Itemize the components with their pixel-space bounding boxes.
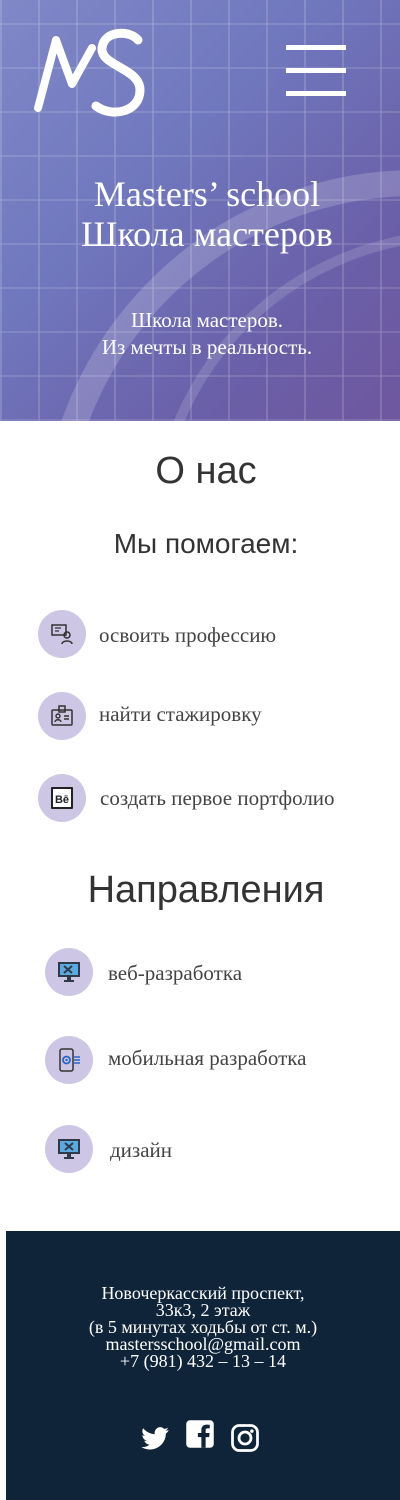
about-item-portfolio: создать первое портфолио [100, 786, 335, 810]
instagram-icon[interactable] [230, 1423, 260, 1453]
trainee-icon [38, 610, 86, 658]
menu-bar-icon [286, 91, 346, 96]
menu-bar-icon [286, 68, 346, 73]
hero-title: Masters’ school Школа мастеров [0, 174, 400, 254]
direction-mobile[interactable]: мобильная разработка [108, 1046, 306, 1071]
svg-text:Bē: Bē [55, 794, 69, 806]
about-item-profession: освоить профессию [99, 623, 277, 647]
badge-icon [38, 692, 86, 740]
twitter-icon[interactable] [140, 1423, 170, 1453]
direction-web[interactable]: веб-разработка [108, 961, 242, 986]
phone-link[interactable]: +7 (981) 432 – 13 – 14 [6, 1352, 400, 1370]
ms-logo[interactable] [34, 28, 146, 118]
hero-title-ru: Школа мастеров [81, 214, 333, 254]
hero-subtitle-line1: Школа мастеров. [130, 308, 284, 332]
footer: Новочеркасский проспект, 33к3, 2 этаж (в… [6, 1231, 400, 1500]
footer-contacts: Новочеркасский проспект, 33к3, 2 этаж (в… [6, 1284, 400, 1370]
facebook-icon[interactable] [185, 1419, 215, 1449]
hero-subtitle: Школа мастеров. Из мечты в реальность. [0, 307, 400, 361]
hero-subtitle-line2: Из мечты в реальность. [101, 335, 313, 359]
monitor-tools-icon[interactable] [45, 948, 93, 996]
direction-design[interactable]: дизайн [110, 1138, 172, 1163]
hamburger-menu-button[interactable] [286, 45, 346, 97]
menu-bar-icon [286, 45, 346, 50]
about-title: О нас [155, 450, 257, 492]
behance-icon: Bē [38, 774, 86, 822]
hero-title-en: Masters’ school [93, 174, 321, 214]
directions-title: Направления [87, 869, 325, 911]
monitor-design-icon[interactable] [45, 1125, 93, 1173]
about-item-internship: найти стажировку [99, 702, 262, 726]
about-subtitle: Мы помогаем: [113, 528, 299, 559]
hero-banner: Masters’ school Школа мастеров Школа мас… [0, 0, 400, 421]
mobile-gear-icon[interactable] [45, 1036, 93, 1084]
